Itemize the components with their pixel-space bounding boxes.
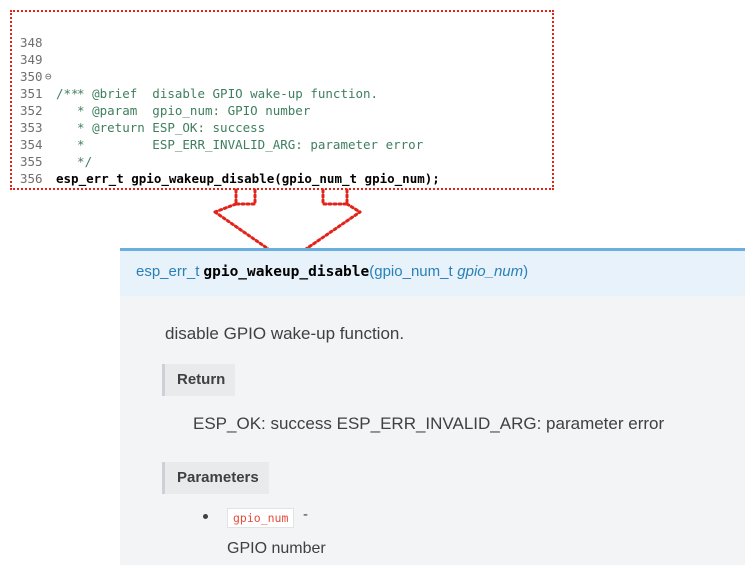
param-dash: - <box>303 506 308 523</box>
documentation-panel: esp_err_t gpio_wakeup_disable(gpio_num_t … <box>120 248 745 565</box>
parameters-field-label: Parameters <box>162 462 269 494</box>
function-signature: esp_err_t gpio_wakeup_disable(gpio_num_t … <box>136 263 528 280</box>
param-code-literal: gpio_num <box>227 508 295 528</box>
close-paren: ) <box>523 263 529 280</box>
param-name: gpio_num <box>457 263 524 280</box>
function-name: gpio_wakeup_disable <box>203 264 370 280</box>
param-type-link[interactable]: gpio_num_t <box>374 263 452 280</box>
return-type-link[interactable]: esp_err_t <box>136 263 199 280</box>
return-field-label: Return <box>162 364 236 396</box>
param-description: GPIO number <box>227 540 326 557</box>
function-signature-bar: esp_err_t gpio_wakeup_disable(gpio_num_t … <box>120 248 745 296</box>
return-description: ESP_OK: success ESP_ERR_INVALID_ARG: par… <box>193 414 665 433</box>
list-bullet-icon <box>203 514 208 519</box>
function-brief: disable GPIO wake-up function. <box>165 324 405 343</box>
